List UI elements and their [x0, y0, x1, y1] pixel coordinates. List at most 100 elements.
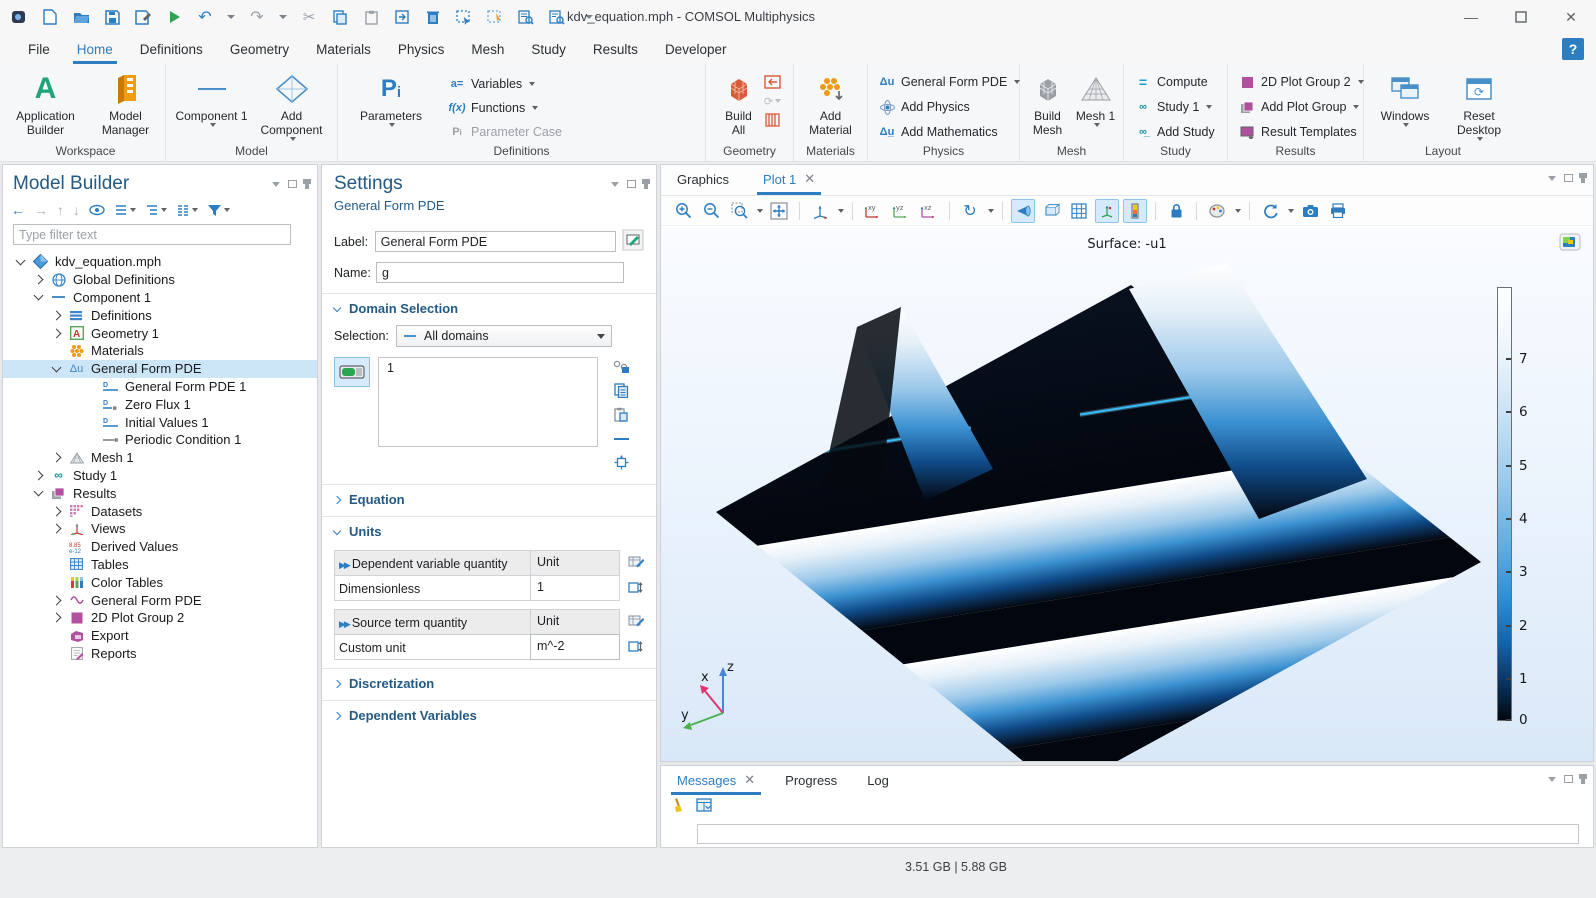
- undo-dropdown-icon[interactable]: [227, 15, 235, 19]
- lock-view-button[interactable]: [1164, 199, 1188, 223]
- panel-menu-icon[interactable]: [611, 182, 619, 187]
- float-panel-icon[interactable]: [1564, 174, 1573, 182]
- color-legend-button[interactable]: [1123, 199, 1147, 223]
- edit-table-icon[interactable]: [628, 554, 644, 573]
- select-box-button[interactable]: [455, 8, 473, 26]
- chevron-right-icon[interactable]: [52, 328, 62, 338]
- tree-filter-input[interactable]: [13, 224, 291, 245]
- chevron-down-icon[interactable]: [757, 209, 763, 213]
- column-width-icon[interactable]: [628, 640, 644, 658]
- mesh-1-button[interactable]: Mesh 1: [1073, 70, 1119, 127]
- cut-icon[interactable]: ✂: [300, 8, 318, 26]
- show-axes-button[interactable]: [1095, 199, 1119, 223]
- plot-area[interactable]: Surface: -u1: [661, 227, 1593, 761]
- edit-table-icon[interactable]: [628, 613, 644, 632]
- maximize-button[interactable]: [1496, 0, 1546, 34]
- menu-tab-results[interactable]: Results: [593, 34, 638, 64]
- pin-panel-icon[interactable]: [305, 179, 309, 189]
- move-up-button[interactable]: ↑: [57, 202, 64, 218]
- chevron-down-icon[interactable]: [52, 362, 62, 372]
- tree-item-views[interactable]: Views: [3, 520, 317, 538]
- menu-tab-home[interactable]: Home: [77, 34, 113, 64]
- zoom-in-button[interactable]: [671, 199, 695, 223]
- show-icon[interactable]: [89, 204, 105, 216]
- run-button[interactable]: [165, 8, 183, 26]
- tree-item-root[interactable]: kdv_equation.mph: [3, 253, 317, 271]
- close-tab-icon[interactable]: ✕: [744, 772, 755, 788]
- add-plot-group-button[interactable]: Add Plot Group: [1238, 97, 1359, 117]
- redo-button[interactable]: ↷: [248, 8, 266, 26]
- model-manager-button[interactable]: Model Manager: [87, 70, 165, 137]
- help-button[interactable]: ?: [1562, 38, 1584, 60]
- back-button[interactable]: ←: [11, 202, 25, 218]
- plot-group-2-button[interactable]: 2D Plot Group 2: [1238, 72, 1364, 92]
- chevron-right-icon[interactable]: [52, 506, 62, 516]
- rename-button[interactable]: [622, 229, 644, 254]
- tree-item-zero-flux-1[interactable]: D Zero Flux 1: [3, 395, 317, 413]
- variables-button[interactable]: a= Variables: [448, 74, 562, 94]
- open-file-button[interactable]: [72, 8, 90, 26]
- add-material-button[interactable]: Add Material: [800, 70, 862, 137]
- messages-output[interactable]: [697, 824, 1579, 844]
- model-tree-node-text-button[interactable]: [176, 204, 198, 217]
- add-component-button[interactable]: Add Component: [253, 70, 331, 141]
- section-equation[interactable]: Equation: [322, 485, 656, 514]
- tree-item-global-definitions[interactable]: Global Definitions: [3, 271, 317, 289]
- section-domain-selection[interactable]: Domain Selection: [322, 294, 656, 323]
- tab-messages[interactable]: Messages ✕: [677, 772, 755, 795]
- move-down-button[interactable]: ↓: [73, 202, 80, 218]
- float-panel-icon[interactable]: [288, 180, 297, 188]
- panel-menu-icon[interactable]: [1548, 176, 1556, 181]
- menu-tab-definitions[interactable]: Definitions: [140, 34, 203, 64]
- duplicate-button[interactable]: [393, 8, 411, 26]
- pin-panel-icon[interactable]: [1581, 173, 1585, 183]
- copy-selection-icon[interactable]: [612, 383, 630, 398]
- menu-tab-study[interactable]: Study: [531, 34, 566, 64]
- clear-messages-icon[interactable]: [673, 797, 686, 817]
- tree-item-tables[interactable]: Tables: [3, 556, 317, 574]
- filter-button[interactable]: [207, 204, 230, 217]
- appearance-button[interactable]: [1205, 199, 1229, 223]
- windows-button[interactable]: Windows: [1374, 70, 1436, 127]
- build-mesh-button[interactable]: Build Mesh: [1025, 70, 1071, 137]
- tree-item-component-1[interactable]: Component 1: [3, 289, 317, 307]
- close-tab-icon[interactable]: ✕: [804, 171, 815, 187]
- snapshot-button[interactable]: [1298, 199, 1322, 223]
- geometry-rebuild-icon[interactable]: ⟳: [764, 93, 782, 109]
- menu-tab-materials[interactable]: Materials: [316, 34, 371, 64]
- go-to-view-button[interactable]: [808, 199, 832, 223]
- menu-tab-file[interactable]: File: [28, 34, 50, 64]
- view-yz-button[interactable]: yz: [889, 199, 913, 223]
- pin-panel-icon[interactable]: [644, 179, 648, 189]
- find-button[interactable]: [517, 8, 535, 26]
- paste-selection-icon[interactable]: [612, 407, 630, 422]
- tree-item-color-tables[interactable]: Color Tables: [3, 573, 317, 591]
- chevron-right-icon[interactable]: [52, 524, 62, 534]
- tree-item-2d-plot-group-2[interactable]: 2D Plot Group 2: [3, 609, 317, 627]
- view-xz-button[interactable]: xz: [917, 199, 941, 223]
- pin-panel-icon[interactable]: [1581, 774, 1585, 784]
- zoom-box-button[interactable]: [727, 199, 751, 223]
- tree-item-results[interactable]: Results: [3, 484, 317, 502]
- find-preview-button[interactable]: [548, 8, 566, 26]
- save-as-button[interactable]: [134, 8, 152, 26]
- menu-tab-geometry[interactable]: Geometry: [230, 34, 289, 64]
- forward-button[interactable]: →: [34, 202, 48, 218]
- reset-desktop-button[interactable]: ⟳ Reset Desktop: [1446, 70, 1512, 141]
- float-panel-icon[interactable]: [1564, 775, 1573, 783]
- tree-item-study-1[interactable]: ∞ Study 1: [3, 467, 317, 485]
- selection-dropdown[interactable]: All domains: [396, 325, 612, 347]
- chevron-right-icon[interactable]: [52, 613, 62, 623]
- add-physics-button[interactable]: Add Physics: [878, 97, 970, 117]
- zoom-out-button[interactable]: [699, 199, 723, 223]
- tab-progress[interactable]: Progress: [785, 773, 837, 795]
- float-panel-icon[interactable]: [627, 180, 636, 188]
- chevron-down-icon[interactable]: [988, 209, 994, 213]
- quantity-cell[interactable]: Custom unit: [335, 635, 531, 659]
- delete-button[interactable]: [424, 8, 442, 26]
- zoom-extents-button[interactable]: [767, 199, 791, 223]
- domain-selection-list[interactable]: 1: [378, 357, 598, 447]
- close-button[interactable]: ✕: [1546, 0, 1596, 34]
- component-1-button[interactable]: Component 1: [173, 70, 251, 127]
- chevron-right-icon[interactable]: [52, 310, 62, 320]
